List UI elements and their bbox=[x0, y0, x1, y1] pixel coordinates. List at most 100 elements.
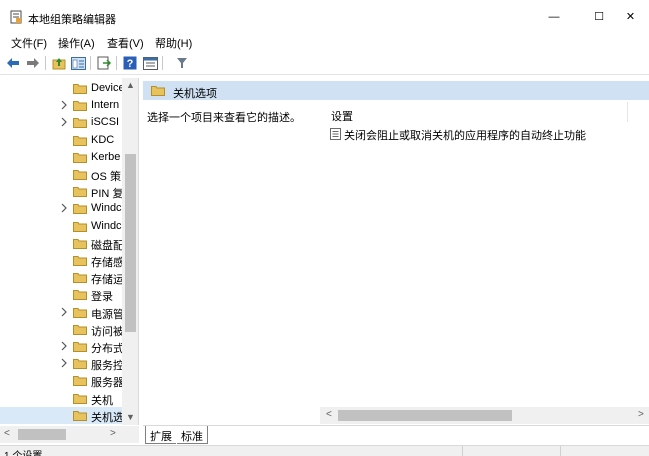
section-title: 关机选项 bbox=[173, 88, 217, 100]
list-item-label: 关闭会阻止或取消关机的应用程序的自动终止功能 bbox=[344, 130, 586, 142]
chevron-right-icon[interactable] bbox=[60, 100, 68, 110]
status-bar: 1 个设置 bbox=[0, 445, 649, 456]
tree-item[interactable]: 分布式 bbox=[0, 338, 122, 355]
close-button[interactable]: ✕ bbox=[612, 0, 649, 33]
tree-item[interactable]: KDC bbox=[0, 132, 122, 149]
tab-extended[interactable]: 扩展 bbox=[145, 426, 176, 444]
menu-file[interactable]: 文件(F) bbox=[11, 35, 47, 51]
folder-icon bbox=[73, 135, 87, 146]
tree-item[interactable]: Windc bbox=[0, 218, 122, 235]
folder-icon bbox=[73, 290, 87, 301]
scroll-down-icon[interactable]: ▼ bbox=[122, 412, 138, 422]
folder-icon bbox=[73, 410, 87, 421]
tree-item[interactable]: 关机选 bbox=[0, 406, 122, 424]
tree-item[interactable]: 访问被 bbox=[0, 321, 122, 338]
tree-item[interactable]: 存储感 bbox=[0, 252, 122, 269]
export-list-icon bbox=[97, 56, 111, 70]
list-item[interactable]: 关闭会阻止或取消关机的应用程序的自动终止功能 bbox=[330, 126, 630, 142]
tree-item[interactable]: Kerbe bbox=[0, 149, 122, 166]
folder-icon bbox=[151, 86, 165, 96]
tree-item-label: Windc bbox=[91, 219, 122, 232]
tree-item[interactable]: 关机 bbox=[0, 390, 122, 407]
tree-item-label: 访问被 bbox=[91, 325, 122, 338]
tree-item-label: KDC bbox=[91, 133, 115, 146]
tree-item[interactable]: 存储运 bbox=[0, 269, 122, 286]
tree-item[interactable]: 登录 bbox=[0, 286, 122, 303]
folder-icon bbox=[73, 84, 87, 94]
folder-icon bbox=[73, 187, 87, 198]
toolbar-separator bbox=[90, 56, 91, 70]
chevron-right-icon[interactable] bbox=[60, 117, 68, 127]
close-icon: ✕ bbox=[625, 11, 636, 23]
chevron-right-icon[interactable] bbox=[60, 358, 68, 368]
chevron-right-icon[interactable] bbox=[60, 203, 68, 213]
svg-text:?: ? bbox=[127, 58, 134, 70]
section-header: 关机选项 bbox=[143, 81, 649, 100]
folder-icon bbox=[73, 273, 87, 284]
tree-item[interactable]: Device bbox=[0, 80, 122, 97]
tree-vertical-scrollbar[interactable]: ▲ ▼ bbox=[122, 78, 138, 425]
chevron-right-icon[interactable] bbox=[60, 341, 68, 351]
menu-help[interactable]: 帮助(H) bbox=[155, 35, 192, 51]
scrollbar-thumb[interactable] bbox=[125, 154, 136, 332]
menu-view[interactable]: 查看(V) bbox=[107, 35, 144, 51]
tree-item[interactable]: 服务控 bbox=[0, 355, 122, 372]
menu-bar: 文件(F) 操作(A) 查看(V) 帮助(H) bbox=[0, 33, 649, 51]
menu-action[interactable]: 操作(A) bbox=[58, 35, 95, 51]
tree-item[interactable]: 服务器 bbox=[0, 372, 122, 389]
scrollbar-thumb[interactable] bbox=[18, 429, 66, 440]
list-horizontal-scrollbar[interactable]: < > bbox=[320, 407, 649, 424]
folder-icon bbox=[73, 307, 87, 318]
scroll-left-icon[interactable]: < bbox=[4, 428, 10, 439]
column-header-setting[interactable]: 设置 bbox=[331, 108, 353, 124]
folder-icon bbox=[73, 256, 87, 266]
back-arrow-icon bbox=[7, 58, 19, 68]
show-hide-tree-button[interactable] bbox=[70, 55, 86, 71]
title-bar: 本地组策略编辑器 — ☐ ✕ bbox=[0, 0, 649, 33]
chevron-right-icon[interactable] bbox=[60, 307, 68, 317]
export-list-button[interactable] bbox=[96, 55, 112, 71]
properties-button[interactable] bbox=[142, 55, 158, 71]
help-icon: ? bbox=[123, 56, 137, 70]
scrollbar-thumb[interactable] bbox=[338, 410, 512, 421]
tab-standard[interactable]: 标准 bbox=[177, 426, 208, 444]
status-text: 1 个设置 bbox=[4, 447, 42, 456]
scroll-right-icon[interactable]: > bbox=[110, 428, 116, 439]
folder-icon bbox=[73, 152, 87, 163]
forward-button[interactable] bbox=[25, 55, 41, 71]
up-button[interactable] bbox=[51, 55, 67, 71]
tree-item[interactable]: 电源管 bbox=[0, 304, 122, 321]
help-button[interactable]: ? bbox=[122, 55, 138, 71]
tree-item[interactable]: Intern bbox=[0, 97, 122, 114]
scroll-left-icon[interactable]: < bbox=[326, 409, 332, 420]
column-divider[interactable] bbox=[627, 102, 628, 122]
folder-icon bbox=[73, 118, 87, 129]
minimize-button[interactable]: — bbox=[531, 0, 577, 33]
tree-pane[interactable]: Device Intern iSCSI KDC Kerbe OS 策 PIN 复 Windc W… bbox=[0, 78, 139, 425]
toolbar: ? bbox=[0, 51, 649, 75]
folder-icon bbox=[73, 101, 87, 112]
folder-icon bbox=[73, 238, 87, 249]
policy-setting-icon bbox=[330, 128, 341, 140]
tree-item[interactable]: Windc bbox=[0, 200, 122, 217]
tree-item[interactable]: OS 策 bbox=[0, 166, 122, 183]
folder-icon bbox=[73, 170, 87, 180]
scroll-right-icon[interactable]: > bbox=[638, 409, 644, 420]
filter-icon bbox=[177, 58, 187, 68]
folder-icon bbox=[73, 359, 87, 370]
scroll-up-icon[interactable]: ▲ bbox=[122, 80, 138, 90]
tree-item[interactable]: PIN 复 bbox=[0, 183, 122, 200]
tree-item-label: Kerbe bbox=[91, 150, 121, 163]
app-icon bbox=[10, 10, 22, 24]
tree-item[interactable]: iSCSI bbox=[0, 114, 122, 131]
tree-item[interactable]: 磁盘配 bbox=[0, 235, 122, 252]
minimize-icon: — bbox=[548, 10, 560, 23]
tree-item-label: 登录 bbox=[91, 291, 113, 304]
tree-item-label: OS 策 bbox=[91, 171, 121, 183]
tree-item-label: 磁盘配 bbox=[91, 239, 122, 252]
maximize-icon: ☐ bbox=[594, 11, 604, 23]
filter-button[interactable] bbox=[174, 55, 190, 71]
folder-icon bbox=[73, 221, 87, 232]
tree-horizontal-scrollbar[interactable]: < > bbox=[0, 426, 139, 443]
back-button[interactable] bbox=[5, 55, 21, 71]
